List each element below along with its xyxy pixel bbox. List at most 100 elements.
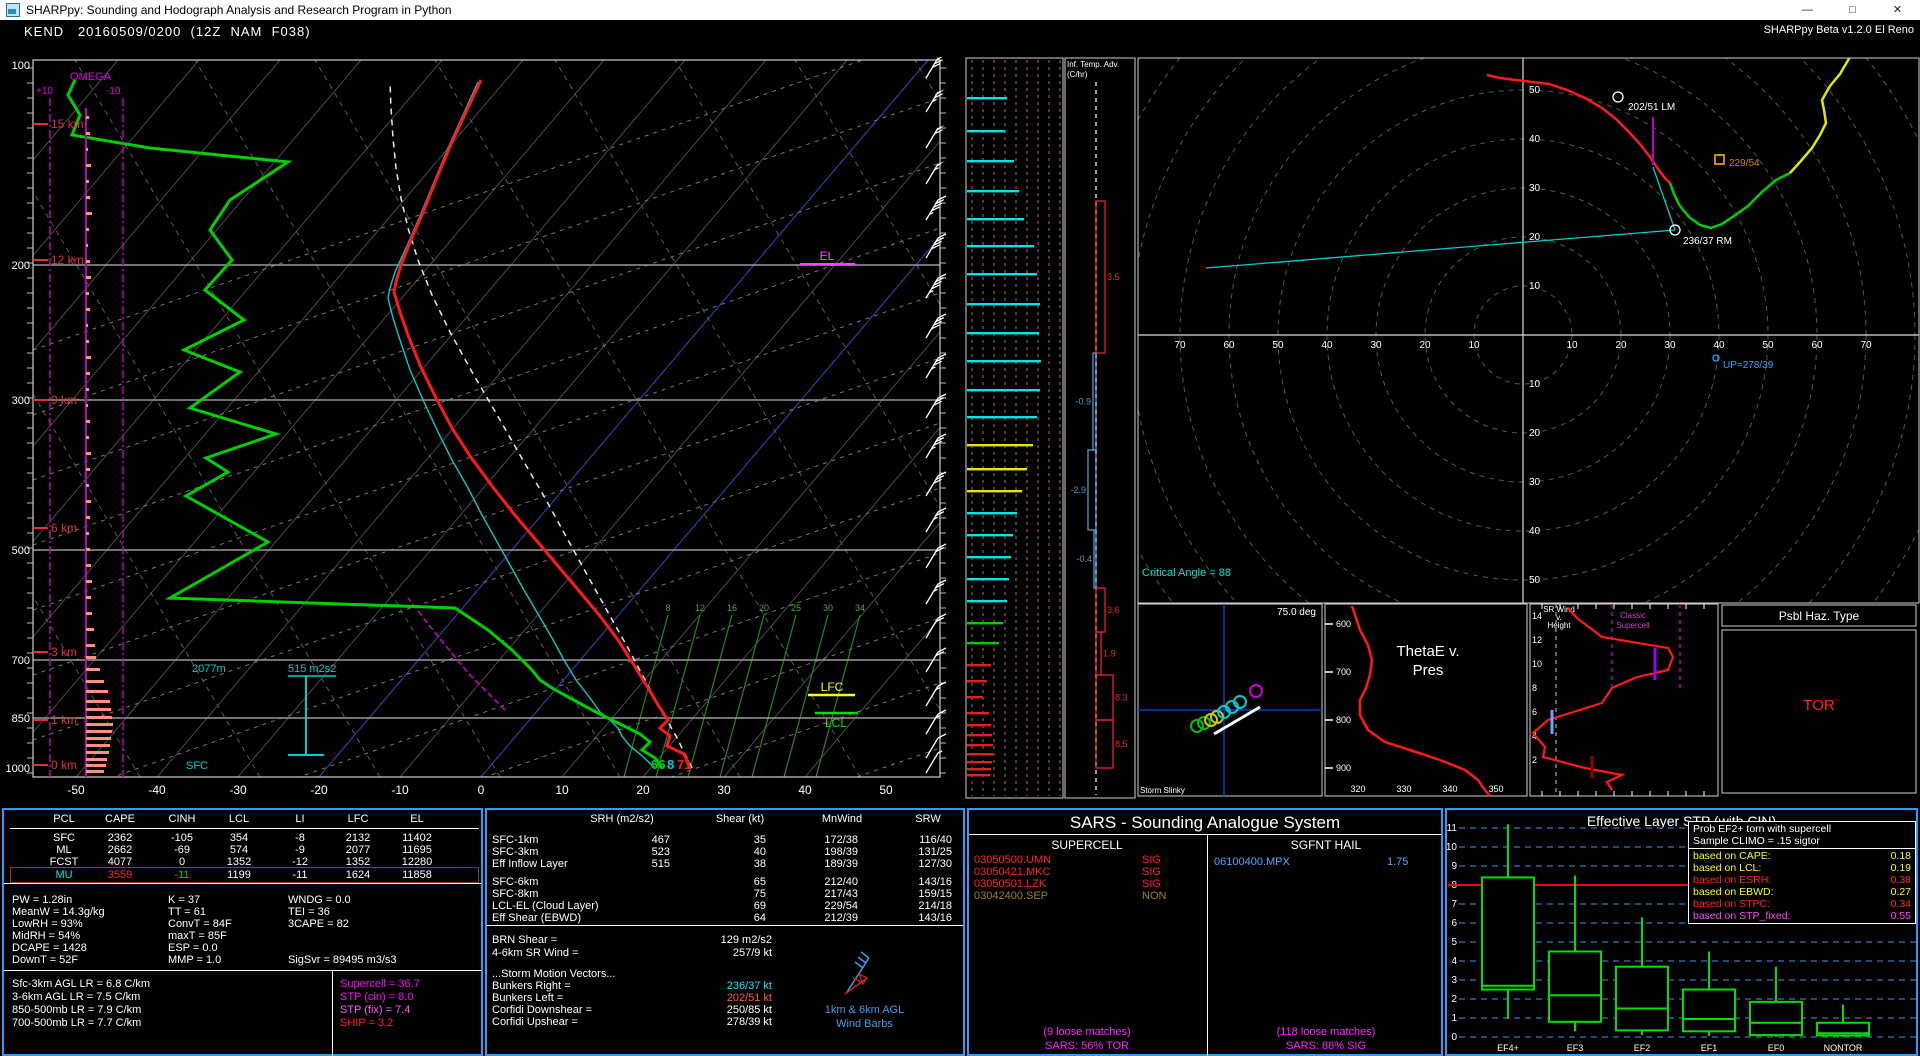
line bbox=[857, 956, 867, 964]
omega-bar bbox=[86, 308, 90, 311]
index-value: PW = 1.28in bbox=[12, 894, 73, 906]
temp-adv-value: -0.4 bbox=[1076, 554, 1092, 564]
moist-adiabat bbox=[111, 487, 940, 777]
index-value: MeanW = 14.3g/kg bbox=[12, 906, 105, 918]
parcel-MU-LI[interactable]: -11 bbox=[270, 869, 330, 881]
motion-value: 236/37 kt bbox=[726, 980, 772, 992]
lapse-rate-value: 3-6km AGL LR = 7.5 C/km bbox=[12, 991, 141, 1003]
temp-axis-label: 20 bbox=[636, 783, 650, 797]
sars-title: SARS - Sounding Analogue System bbox=[1069, 813, 1341, 832]
kin-value: 143/16 bbox=[918, 876, 952, 888]
sars-panel[interactable]: SARS - Sounding Analogue System SUPERCELL… bbox=[967, 808, 1443, 1056]
omega-bar bbox=[86, 680, 104, 683]
mixing-ratio-label: 25 bbox=[791, 603, 801, 613]
wind-speed-profile-panel[interactable] bbox=[965, 57, 1065, 805]
mean-wind-marker bbox=[1714, 154, 1725, 165]
sars-match-tag: NON bbox=[1142, 890, 1167, 902]
parcel-ML-LI[interactable]: -9 bbox=[270, 844, 330, 856]
sars-match-id[interactable]: 03050421.MKC bbox=[974, 866, 1050, 878]
wind-speed-bar bbox=[967, 360, 1041, 363]
line bbox=[937, 613, 947, 619]
stp-box-EF1 bbox=[1682, 951, 1736, 1037]
stp-legend-row: based on CAPE: 0.18 bbox=[1693, 850, 1911, 862]
thermo-panel[interactable]: PCL CAPE CINH LCL LI LFC EL SFC 2362 -105 354 -8 213… bbox=[2, 808, 483, 1056]
version-label: SHARPpy Beta v1.2.0 El Reno bbox=[1763, 24, 1914, 36]
parcel-SFC-PCL[interactable]: SFC bbox=[34, 832, 94, 844]
sfc-dewpoint: 66 bbox=[651, 757, 665, 772]
index-value: MMP = 1.0 bbox=[168, 954, 222, 966]
ring-label: 10 bbox=[1529, 379, 1541, 390]
close-button[interactable]: ✕ bbox=[1875, 0, 1920, 20]
wind-speed-bar bbox=[967, 416, 1037, 419]
parcel-SFC-LFC[interactable]: 2132 bbox=[328, 832, 388, 844]
temp-adv-bar bbox=[1087, 449, 1097, 531]
temp-advection-panel[interactable]: Inf. Temp. Adv.(C/hr) 3.5 -0.9 -2.9 -0.4 3.6 1… bbox=[1064, 57, 1137, 805]
omega-bar bbox=[86, 764, 106, 767]
ring-label: 60 bbox=[1811, 340, 1823, 351]
parcel-MU-EL[interactable]: 11858 bbox=[387, 869, 447, 881]
parcel-MU-CINH[interactable]: -11 bbox=[152, 869, 212, 881]
sars-loose-matches: (118 loose matches) bbox=[1276, 1026, 1376, 1038]
parcel-ML-CINH[interactable]: -69 bbox=[152, 844, 212, 856]
parcel-SFC-LI[interactable]: -8 bbox=[270, 832, 330, 844]
parcel-MU-CAPE[interactable]: 3559 bbox=[90, 869, 150, 881]
omega-bar bbox=[86, 276, 91, 279]
kin-value: 159/15 bbox=[918, 888, 952, 900]
parcel-ML-CAPE[interactable]: 2662 bbox=[90, 844, 150, 856]
kin-row-label: Eff Shear (EBWD) bbox=[492, 912, 582, 924]
wind-speed-bar bbox=[967, 332, 1039, 335]
ring-label: 20 bbox=[1529, 428, 1541, 439]
wind-speed-bar bbox=[967, 303, 1040, 306]
hodograph-panel[interactable]: 70 60 50 40 30 20 10 10 20 30 40 50 60 70 50 40 30 20 10 10… bbox=[1137, 57, 1920, 604]
lm-marker[interactable] bbox=[1612, 91, 1624, 103]
parcel-SFC-CAPE[interactable]: 2362 bbox=[90, 832, 150, 844]
sars-match-id[interactable]: 03050500.UMN bbox=[974, 854, 1051, 866]
parcel-SFC-EL[interactable]: 11402 bbox=[387, 832, 447, 844]
sars-match-id[interactable]: 03050501.LZK bbox=[974, 878, 1046, 890]
line bbox=[937, 353, 947, 359]
inset-panels[interactable]: 75.0 deg Storm Slinky ThetaE v. Pres 600 700 8… bbox=[1137, 603, 1920, 798]
wind-barb bbox=[925, 613, 947, 639]
omega-bar bbox=[86, 700, 110, 703]
sfc-wetbulb: 8 bbox=[667, 757, 674, 772]
sounding-title: KEND 20160509/0200 (12Z NAM F038) bbox=[24, 24, 311, 39]
sars-match-tag: SIG bbox=[1142, 878, 1161, 890]
wind-speed-bar bbox=[967, 724, 991, 727]
sars-match-id[interactable]: 06100400.MPX bbox=[1214, 856, 1290, 868]
omega-bar bbox=[86, 548, 90, 551]
line bbox=[854, 961, 864, 969]
omega-bar bbox=[86, 751, 109, 754]
wind-speed-bar bbox=[967, 389, 1040, 392]
minimize-button[interactable]: — bbox=[1785, 0, 1830, 20]
parcel-ML-PCL[interactable]: ML bbox=[34, 844, 94, 856]
parcel-ML-EL[interactable]: 11695 bbox=[387, 844, 447, 856]
skewt-panel[interactable]: 8 12 16 20 25 30 34100200300500700850100015 km… bbox=[0, 57, 967, 807]
parcel-MU-LCL[interactable]: 1199 bbox=[209, 869, 269, 881]
omega-bar bbox=[86, 356, 91, 359]
sars-match-id[interactable]: 03042400.SEP bbox=[974, 890, 1048, 902]
updraft-label: UP=278/39 bbox=[1723, 360, 1774, 371]
wind-barb bbox=[925, 507, 947, 533]
line bbox=[860, 951, 870, 959]
parcel-SFC-CINH[interactable]: -105 bbox=[152, 832, 212, 844]
parcel-MU-LFC[interactable]: 1624 bbox=[328, 869, 388, 881]
wind-speed-bar bbox=[967, 468, 1027, 471]
stp-ytick: 1 bbox=[1451, 1013, 1457, 1024]
parcel-ML-LCL[interactable]: 574 bbox=[209, 844, 269, 856]
kinematics-panel[interactable]: SRH (m2/s2) Shear (kt) MnWind SRW SFC-1km 467… bbox=[485, 808, 965, 1056]
parcel-SFC-LCL[interactable]: 354 bbox=[209, 832, 269, 844]
pcl-header-LFC: LFC bbox=[347, 813, 369, 825]
thetae-title: ThetaE v. bbox=[1396, 643, 1459, 660]
isotherm bbox=[804, 617, 940, 777]
maximize-button[interactable]: □ bbox=[1830, 0, 1875, 20]
kin-row-label: SFC-6km bbox=[492, 876, 539, 888]
height-label: 1 km bbox=[51, 713, 77, 727]
wind-barb bbox=[925, 433, 947, 459]
line bbox=[937, 313, 947, 319]
line bbox=[844, 977, 868, 995]
parcel-MU-PCL[interactable]: MU bbox=[34, 869, 94, 881]
stp-ytick: 4 bbox=[1451, 956, 1457, 967]
parcel-ML-LFC[interactable]: 2077 bbox=[328, 844, 388, 856]
isotherm bbox=[33, 60, 119, 161]
sr-wind-ytick: 8 bbox=[1532, 683, 1537, 693]
